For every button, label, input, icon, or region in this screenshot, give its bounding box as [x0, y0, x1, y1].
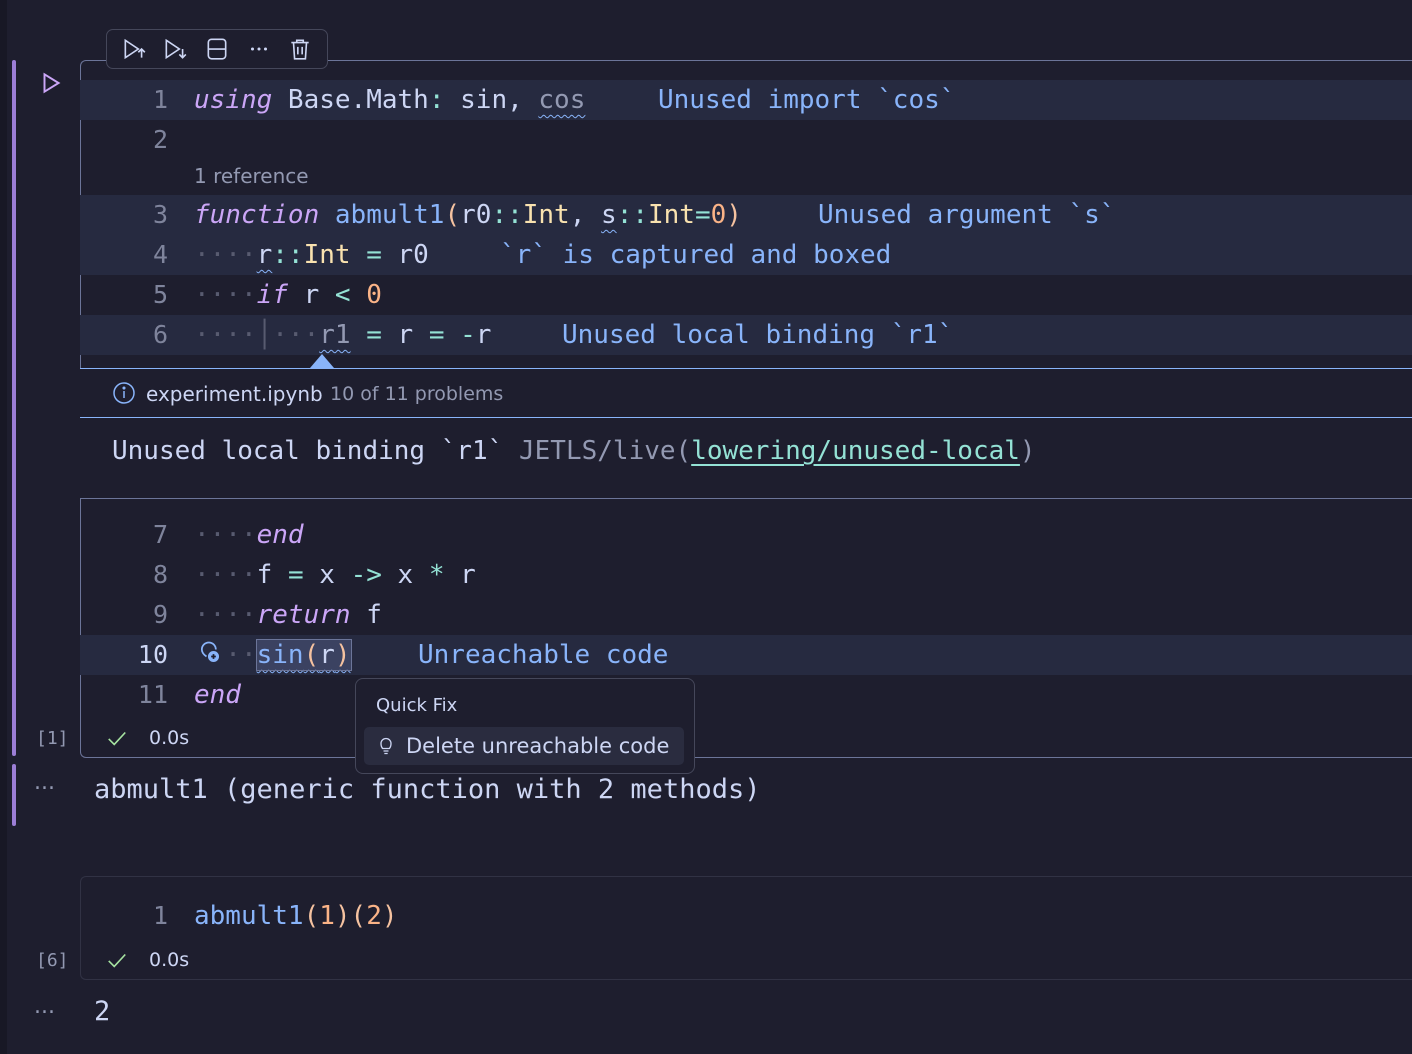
- delete-cell-button[interactable]: [285, 34, 315, 64]
- editor-line-2[interactable]: 2: [80, 120, 1412, 160]
- success-check-icon: [106, 727, 128, 749]
- line-number: 8: [152, 560, 168, 589]
- diagnostic-code-link[interactable]: lowering/unused-local: [691, 436, 1020, 466]
- line-number: 11: [137, 680, 168, 709]
- peek-pointer: [310, 354, 334, 368]
- split-cell-icon: [207, 38, 227, 60]
- split-cell-button[interactable]: [202, 34, 232, 64]
- run-below-button[interactable]: [160, 34, 190, 64]
- inline-diagnostic: Unused argument `s`: [818, 200, 1116, 230]
- editor-line-10[interactable]: 10 ··sin(r) Unreachable code: [80, 635, 1412, 675]
- info-icon: [112, 381, 136, 405]
- editor-line-3[interactable]: 3 function abmult1(r0::Int, s::Int=0) Un…: [80, 195, 1412, 235]
- editor-line-5[interactable]: 5 ····if r < 0: [80, 275, 1412, 315]
- line-number: 2: [152, 125, 168, 154]
- code-line-11: end: [194, 680, 241, 710]
- delete-icon: [291, 39, 309, 60]
- run-icon: [43, 72, 61, 94]
- peek-message: Unused local binding `r1` JETLS/live(low…: [112, 434, 1036, 468]
- more-icon: [250, 47, 267, 51]
- run-below-icon: [165, 38, 187, 60]
- output-menu-button[interactable]: ...: [34, 994, 55, 1019]
- success-check-icon: [106, 949, 128, 971]
- code-line-7: ····end: [194, 520, 304, 550]
- code-line-8: ····f = x -> x * r: [194, 560, 476, 590]
- references-codelens[interactable]: 1 reference: [194, 164, 309, 188]
- line-number: 9: [152, 600, 168, 629]
- diagnostic-source: JETLS/live(: [519, 436, 692, 466]
- peek-problem-count: 10 of 11 problems: [330, 383, 504, 405]
- output-menu-button[interactable]: ...: [34, 770, 55, 795]
- quick-fix-item[interactable]: Delete unreachable code: [364, 727, 684, 765]
- cell-output: 2: [94, 996, 111, 1027]
- code-line-9: ····return f: [194, 600, 382, 630]
- more-actions-button[interactable]: [244, 34, 274, 64]
- editor-line-11[interactable]: 11 end: [80, 675, 1412, 715]
- line-number: 1: [152, 901, 168, 930]
- execution-time: 0.0s: [149, 727, 190, 749]
- code-line-1: abmult1(1)(2): [194, 901, 398, 931]
- line-number: 5: [152, 280, 168, 309]
- problem-peek-body: Unused local binding `r1` JETLS/live(low…: [80, 418, 1412, 499]
- line-number: 3: [152, 200, 168, 229]
- execution-count: [1]: [36, 728, 69, 749]
- cell-toolbar: [106, 29, 328, 69]
- cell-focus-bar[interactable]: [12, 60, 16, 756]
- code-line-1: using Base.Math: sin, cos: [194, 85, 586, 115]
- inline-diagnostic: Unused import `cos`: [658, 85, 956, 115]
- inline-diagnostic: `r` is captured and boxed: [500, 240, 892, 270]
- cell-output: abmult1 (generic function with 2 methods…: [94, 774, 761, 805]
- code-line-6: ····│···r1 = r = -r: [194, 320, 492, 350]
- run-above-button[interactable]: [119, 34, 149, 64]
- left-gutter: [0, 0, 7, 1054]
- line-number: 7: [152, 520, 168, 549]
- line-number: 1: [152, 85, 168, 114]
- editor-line-4[interactable]: 4 ····r::Int = r0 `r` is captured and bo…: [80, 235, 1412, 275]
- editor-line-8[interactable]: 8 ····f = x -> x * r: [80, 555, 1412, 595]
- editor-line-7[interactable]: 7 ····end: [80, 515, 1412, 555]
- problem-peek-header: experiment.ipynb 10 of 11 problems: [80, 368, 1412, 418]
- diagnostic-message: Unused local binding `r1`: [112, 436, 504, 466]
- code-line-3: function abmult1(r0::Int, s::Int=0): [194, 200, 742, 230]
- diagnostic-source-end: ): [1019, 436, 1036, 466]
- editor-line-6[interactable]: 6 ····│···r1 = r = -r Unused local bindi…: [80, 315, 1412, 355]
- run-cell-button[interactable]: [38, 70, 64, 96]
- output-focus-bar[interactable]: [12, 764, 16, 826]
- lightbulb-icon: [376, 736, 396, 756]
- inline-diagnostic: Unreachable code: [418, 640, 669, 670]
- peek-file-name: experiment.ipynb: [146, 382, 323, 406]
- run-above-icon: [124, 38, 146, 60]
- code-line-5: ····if r < 0: [194, 280, 382, 310]
- line-number: 6: [152, 320, 168, 349]
- quick-fix-title: Quick Fix: [376, 695, 458, 716]
- line-number: 10: [137, 640, 168, 669]
- execution-count: [6]: [36, 950, 69, 971]
- inline-diagnostic: Unused local binding `r1`: [562, 320, 954, 350]
- line-number: 4: [152, 240, 168, 269]
- code-line-4: ····r::Int = r0: [194, 240, 429, 270]
- code-line-10: ··sin(r): [194, 639, 352, 671]
- quick-fix-label: Delete unreachable code: [406, 734, 670, 758]
- editor-line-1[interactable]: 1 using Base.Math: sin, cos Unused impor…: [80, 80, 1412, 120]
- editor-line-9[interactable]: 9 ····return f: [80, 595, 1412, 635]
- execution-time: 0.0s: [149, 949, 190, 971]
- quick-fix-menu: Quick Fix Delete unreachable code: [355, 678, 695, 774]
